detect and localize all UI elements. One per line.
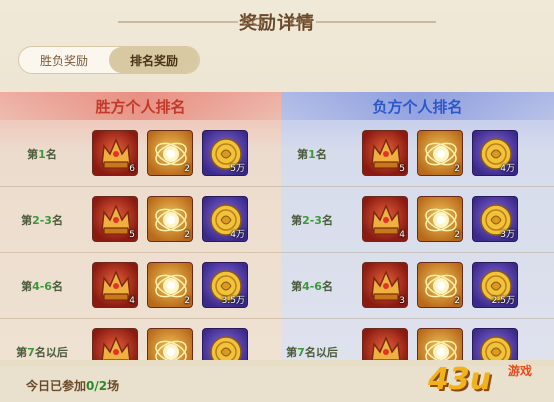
win-reward-item[interactable]: 5万	[202, 130, 248, 176]
lose-rank-label: 第1名	[297, 148, 327, 161]
item-quantity: 3	[399, 296, 405, 306]
item-quantity: 2	[454, 230, 460, 240]
item-quantity: 2	[184, 296, 190, 306]
item-quantity: 3万	[230, 359, 245, 360]
site-watermark: 43u 游戏	[428, 356, 554, 400]
crown-chest-icon	[101, 336, 131, 360]
tab-ranking-rewards[interactable]: 排名奖励	[109, 47, 199, 73]
lose-reward-item[interactable]: 3	[362, 262, 408, 308]
item-quantity: 6	[129, 164, 135, 174]
lose-rank-label: 第2-3名	[291, 214, 333, 227]
win-rank-label: 第7名以后	[16, 346, 68, 359]
lose-rank-label: 第4-6名	[291, 280, 333, 293]
reward-table: 胜方个人排名 负方个人排名 第1名 6 2 5万 第1名 5 2 4万 第2-3名 5 2 4万 第2-…	[0, 92, 554, 360]
right-ornament-icon	[289, 17, 436, 27]
win-reward-item[interactable]: 6	[92, 130, 138, 176]
participation-count: 0/2	[86, 379, 108, 393]
loser-header: 负方个人排名	[281, 92, 554, 120]
item-quantity: 2	[454, 296, 460, 306]
lose-reward-item[interactable]: 2	[417, 196, 463, 242]
row-divider	[0, 318, 554, 319]
win-reward-item[interactable]: 4万	[202, 196, 248, 242]
lose-reward-item[interactable]: 2	[417, 262, 463, 308]
item-quantity: 2	[184, 164, 190, 174]
win-reward-item[interactable]: 3万	[202, 328, 248, 360]
item-quantity: 5	[399, 164, 405, 174]
win-reward-item[interactable]: 2	[147, 328, 193, 360]
win-rank-label: 第4-6名	[21, 280, 63, 293]
win-reward-item[interactable]: 2	[147, 130, 193, 176]
golden-orb-icon	[155, 340, 187, 360]
item-quantity: 3.5万	[221, 296, 245, 306]
watermark-logo: 43u	[428, 362, 492, 397]
item-quantity: 5万	[230, 164, 245, 174]
lose-rank-label: 第7名以后	[286, 346, 338, 359]
tab-bar: 胜负奖励 排名奖励	[18, 46, 200, 74]
item-quantity: 4万	[230, 230, 245, 240]
win-rank-label: 第2-3名	[21, 214, 63, 227]
crown-chest-icon	[371, 336, 401, 360]
tab-win-lose-rewards[interactable]: 胜负奖励	[19, 47, 109, 73]
item-quantity: 2	[454, 164, 460, 174]
item-quantity: 5	[129, 230, 135, 240]
lose-reward-item[interactable]: 4万	[472, 130, 518, 176]
win-reward-item[interactable]: 3.5万	[202, 262, 248, 308]
lose-reward-item[interactable]: 2	[362, 328, 408, 360]
lose-reward-item[interactable]: 2.5万	[472, 262, 518, 308]
win-rank-label: 第1名	[27, 148, 57, 161]
reward-details-panel: 奖励详情 胜负奖励 排名奖励 胜方个人排名 负方个人排名 第1名 6 2 5万 第1名 5…	[0, 0, 554, 402]
left-ornament-icon	[118, 17, 265, 27]
gold-coin-icon	[210, 336, 242, 360]
win-reward-item[interactable]: 4	[92, 262, 138, 308]
win-reward-item[interactable]: 2	[147, 196, 193, 242]
winner-header: 胜方个人排名	[0, 92, 281, 120]
row-divider	[0, 252, 554, 253]
lose-reward-item[interactable]: 2	[417, 130, 463, 176]
win-reward-item[interactable]: 2	[147, 262, 193, 308]
win-reward-item[interactable]: 5	[92, 196, 138, 242]
item-quantity: 3万	[500, 230, 515, 240]
participation-status: 今日已参加0/2场	[26, 379, 120, 393]
lose-reward-item[interactable]: 5	[362, 130, 408, 176]
item-quantity: 2.5万	[491, 296, 515, 306]
item-quantity: 4	[129, 296, 135, 306]
item-quantity: 4万	[500, 164, 515, 174]
title-bar: 奖励详情	[0, 0, 554, 44]
win-reward-item[interactable]: 3	[92, 328, 138, 360]
lose-reward-item[interactable]: 4	[362, 196, 408, 242]
item-quantity: 4	[399, 230, 405, 240]
row-divider	[0, 186, 554, 187]
watermark-text: 游戏	[508, 364, 533, 378]
lose-reward-item[interactable]: 3万	[472, 196, 518, 242]
item-quantity: 2	[184, 230, 190, 240]
